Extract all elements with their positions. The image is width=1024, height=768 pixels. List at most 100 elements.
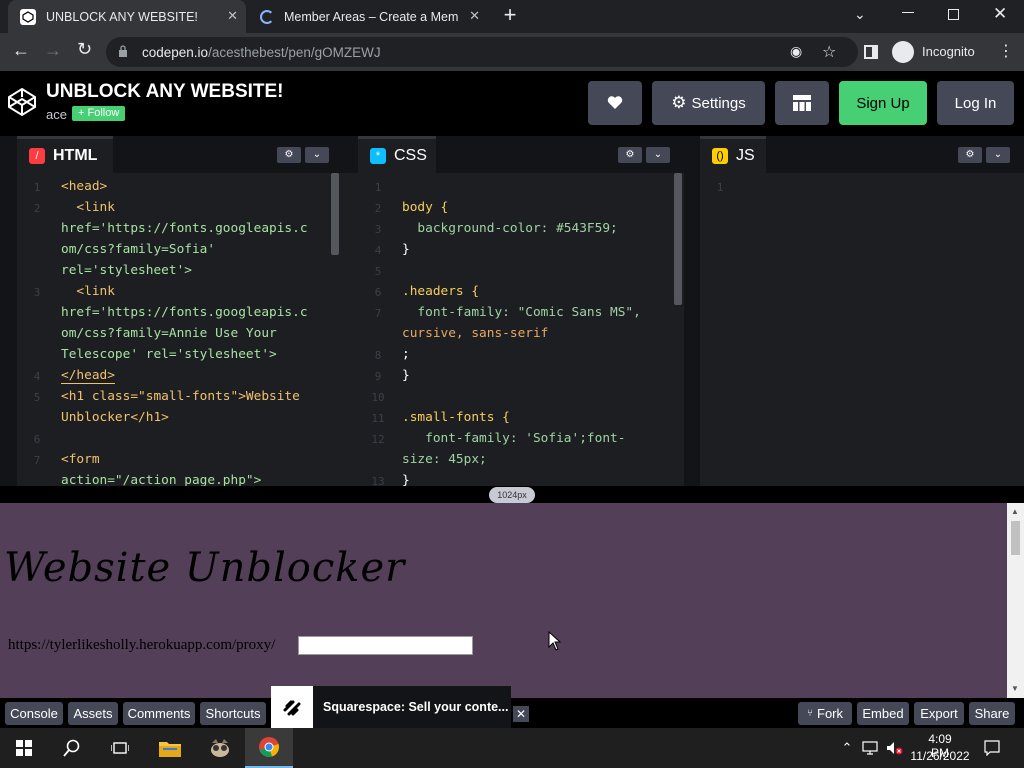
line-number: 4 [374, 244, 382, 257]
ad-text: Squarespace: Sell your conte... [323, 700, 509, 714]
chrome-icon[interactable] [245, 728, 293, 768]
back-icon[interactable]: ← [12, 40, 30, 61]
html-badge-icon: / [29, 148, 45, 164]
comments-button[interactable]: Comments [123, 702, 195, 725]
browser-tab-active[interactable]: UNBLOCK ANY WEBSITE! ✕ [8, 0, 246, 33]
line-number: 10 [371, 391, 385, 404]
scroll-thumb[interactable] [1011, 521, 1020, 555]
code-line: font-family: "Comic Sans MS", [402, 305, 641, 320]
assets-button[interactable]: Assets [68, 702, 118, 725]
shortcuts-button[interactable]: Shortcuts [200, 702, 266, 725]
scroll-down-icon[interactable]: ▼ [1011, 684, 1019, 693]
editor-collapse-icon[interactable]: ⌄ [986, 147, 1010, 163]
log-in-button[interactable]: Log In [937, 81, 1014, 125]
preview-scrollbar[interactable]: ▲ ▼ [1007, 503, 1024, 698]
app-icon[interactable] [196, 728, 244, 768]
lock-icon [118, 45, 128, 57]
forward-icon[interactable]: → [44, 40, 62, 61]
browser-menu-icon[interactable]: ⋮ [998, 41, 1014, 61]
html-code[interactable]: 1 <head> 2 <link href='https://fonts.goo… [17, 173, 358, 486]
line-number: 2 [374, 202, 382, 215]
code-line: cursive, sans-serif [402, 326, 549, 341]
editor-divider[interactable] [684, 136, 700, 486]
tab-css[interactable]: * CSS [358, 136, 436, 173]
side-panel-icon[interactable] [864, 45, 878, 59]
editor-settings-icon[interactable]: ⚙ [277, 147, 301, 163]
js-editor: () JS ⚙ ⌄ 1 [684, 136, 1024, 486]
settings-button[interactable]: ⚙ Settings [652, 81, 765, 125]
restore-button[interactable] [948, 9, 959, 20]
editor-collapse-icon[interactable]: ⌄ [646, 147, 670, 163]
browser-tab-inactive[interactable]: Member Areas – Create a Membe ✕ [250, 0, 488, 33]
close-window-button[interactable]: ✕ [993, 4, 1007, 24]
css-scrollbar[interactable] [674, 173, 682, 305]
close-ad-icon[interactable]: ✕ [513, 706, 529, 722]
code-line: href='https://fonts.googleapis.c [61, 305, 308, 320]
heart-button[interactable] [588, 81, 642, 125]
show-hidden-icons[interactable]: ⌃ [838, 728, 856, 768]
js-code[interactable]: 1 [700, 173, 1024, 486]
line-number: 7 [33, 454, 41, 467]
code-line: .small-fonts { [402, 410, 510, 425]
url-field[interactable]: codepen.io/acesthebest/pen/gOMZEWJ ◉ ☆ [106, 37, 858, 67]
editor-header: () JS ⚙ ⌄ [700, 136, 1024, 173]
close-tab-icon[interactable]: ✕ [469, 8, 480, 24]
minimize-button[interactable] [902, 12, 914, 13]
width-indicator: 1024px [489, 487, 535, 503]
html-label: HTML [53, 147, 98, 164]
fork-label: Fork [817, 706, 843, 721]
editor-settings-icon[interactable]: ⚙ [618, 147, 642, 163]
ad-banner[interactable]: Squarespace: Sell your conte... [271, 686, 511, 728]
editor-collapse-icon[interactable]: ⌄ [305, 147, 329, 163]
editor-settings-icon[interactable]: ⚙ [958, 147, 982, 163]
line-number: 4 [33, 370, 41, 383]
incognito-label[interactable]: Incognito [922, 44, 975, 59]
windows-start-icon[interactable] [0, 728, 48, 768]
line-number: 7 [374, 307, 382, 320]
pen-title[interactable]: UNBLOCK ANY WEBSITE! [46, 81, 284, 103]
loading-icon [260, 9, 274, 24]
close-tab-icon[interactable]: ✕ [227, 8, 238, 24]
task-view-icon[interactable] [96, 728, 144, 768]
line-number: 5 [33, 391, 41, 404]
code-line: Unblocker</h1> [61, 410, 169, 425]
tab-js[interactable]: () JS [700, 136, 766, 173]
code-line: ; [402, 347, 410, 362]
search-icon[interactable] [48, 728, 96, 768]
new-tab-button[interactable]: + [498, 4, 522, 28]
editor-header: / HTML ⚙ ⌄ [17, 136, 358, 173]
export-button[interactable]: Export [914, 702, 964, 725]
fork-button[interactable]: ⑂ Fork [798, 702, 852, 725]
file-explorer-icon[interactable] [146, 728, 194, 768]
embed-button[interactable]: Embed [857, 702, 909, 725]
line-number: 9 [374, 370, 382, 383]
css-code[interactable]: 1 2 body { 3 background-color: #543F59; … [358, 173, 700, 486]
follow-button[interactable]: + Follow [72, 106, 126, 121]
editor-gutter-resize[interactable] [0, 136, 17, 486]
preview-resizer[interactable]: 1024px [0, 486, 1024, 503]
bookmark-star-icon[interactable]: ☆ [822, 42, 836, 62]
code-line: size: 45px; [402, 452, 487, 467]
tab-search-icon[interactable]: ⌄ [854, 6, 866, 23]
tab-html[interactable]: / HTML [17, 136, 113, 173]
line-number: 1 [33, 181, 41, 194]
sign-up-button[interactable]: Sign Up [839, 81, 927, 125]
scroll-up-icon[interactable]: ▲ [1011, 507, 1019, 516]
line-number: 1 [374, 181, 382, 194]
reload-icon[interactable]: ↻ [77, 39, 92, 60]
volume-muted-icon[interactable] [884, 728, 906, 768]
share-button[interactable]: Share [969, 702, 1015, 725]
eye-off-icon[interactable]: ◉ [790, 43, 802, 60]
clock-date[interactable]: 11/26/2022 [908, 749, 972, 763]
network-icon[interactable] [860, 728, 880, 768]
url-input[interactable] [298, 636, 473, 655]
codepen-logo-icon[interactable] [6, 86, 38, 118]
notifications-icon[interactable] [980, 728, 1004, 768]
code-line: } [402, 242, 410, 257]
console-button[interactable]: Console [5, 702, 63, 725]
author-name[interactable]: ace [46, 107, 67, 122]
layout-button[interactable] [775, 81, 829, 125]
html-scrollbar[interactable] [331, 173, 339, 255]
heart-icon [607, 96, 623, 109]
css-editor: * CSS ⚙ ⌄ 1 2 body { 3 background-color:… [358, 136, 700, 486]
